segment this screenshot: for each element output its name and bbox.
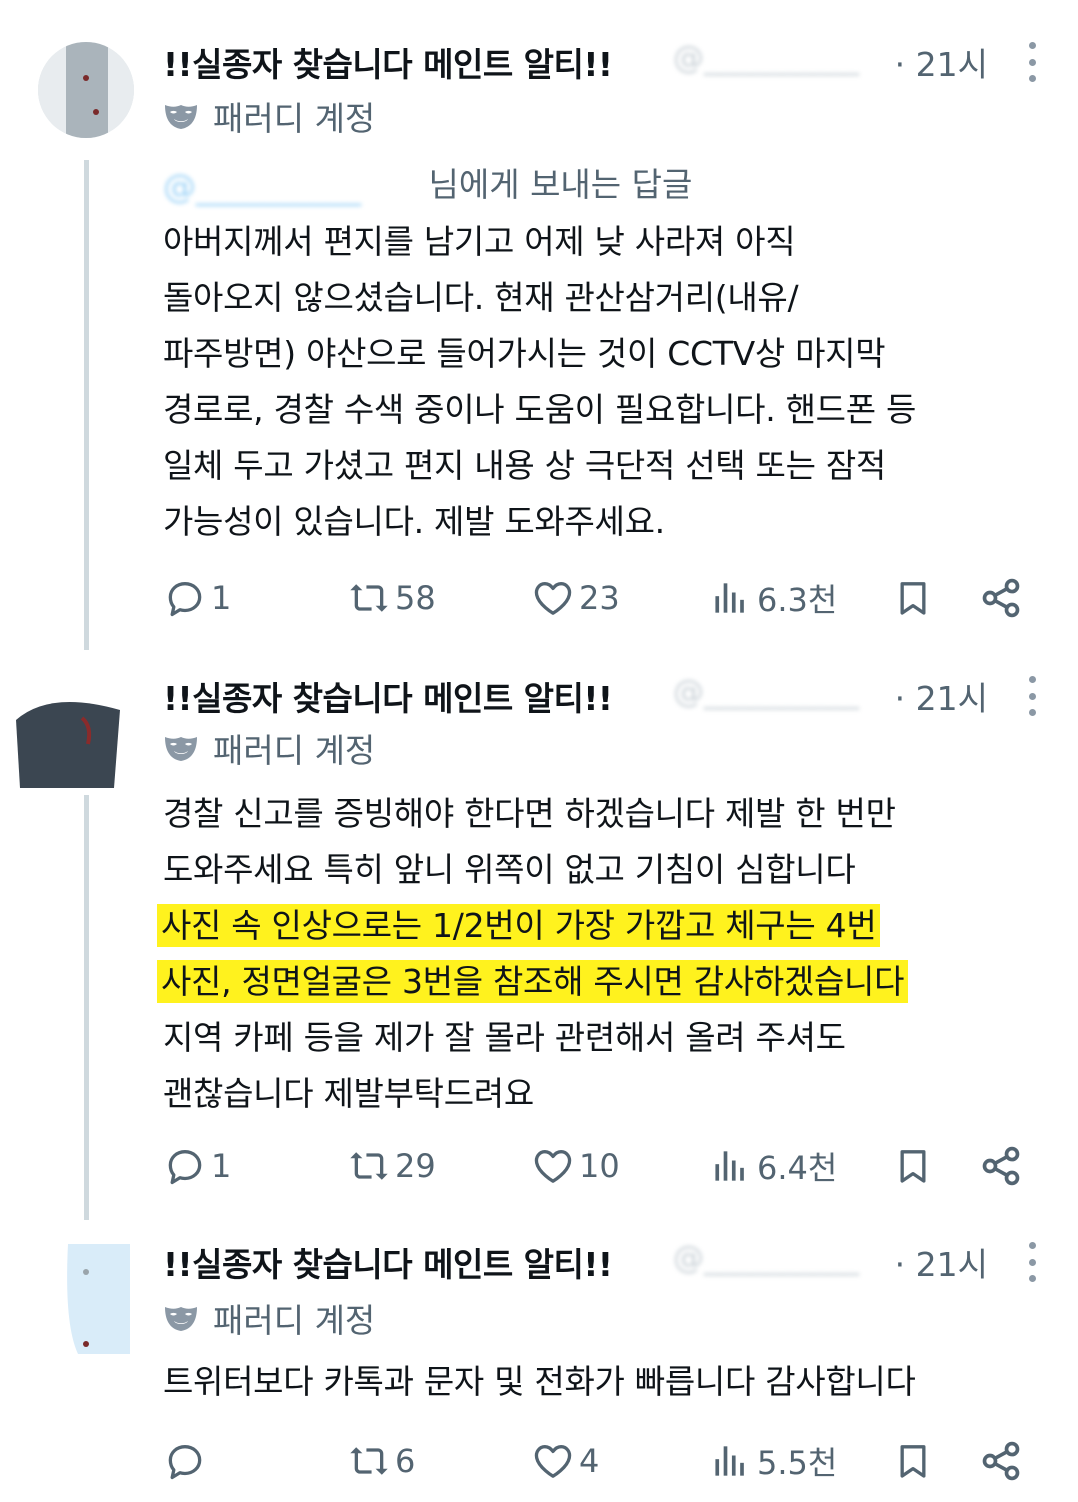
reply-icon <box>163 1144 207 1188</box>
user-handle[interactable]: @__________ <box>673 1240 883 1280</box>
parody-mask-icon <box>163 733 199 763</box>
tweet-text-part: 지역 카페 등을 제가 잘 몰라 관련해서 올려 주셔도 괜찮습니다 제발부탁드… <box>163 1018 846 1113</box>
retweet-button[interactable]: 58 <box>347 573 436 623</box>
retweet-button[interactable]: 6 <box>347 1436 415 1486</box>
views-button[interactable]: 5.5천 <box>709 1436 837 1486</box>
views-count: 6.3천 <box>757 581 838 619</box>
avatar[interactable] <box>38 1244 134 1364</box>
like-count: 10 <box>579 1147 620 1185</box>
views-icon <box>709 576 753 620</box>
display-name[interactable]: !!실종자 찾습니다 메인트 알티!! <box>163 38 613 86</box>
share-button[interactable] <box>979 1436 1023 1486</box>
bookmark-button[interactable] <box>893 1436 933 1486</box>
tweet-3[interactable]: !!실종자 찾습니다 메인트 알티!! @__________ · 21시 패러… <box>0 1220 1078 1502</box>
timestamp[interactable]: · 21시 <box>895 672 988 720</box>
tweet-text: 트위터보다 카톡과 문자 및 전화가 빠릅니다 감사합니다 <box>163 1362 916 1401</box>
thread-line <box>84 160 89 650</box>
timestamp[interactable]: · 21시 <box>895 1238 988 1286</box>
user-handle[interactable]: @__________ <box>673 674 883 714</box>
tweet-text: 아버지께서 편지를 남기고 어제 낮 사라져 아직 돌아오지 않으셨습니다. 현… <box>163 222 917 541</box>
highlighted-text: 사진 속 인상으로는 1/2번이 가장 가깝고 체구는 4번 사진, 정면얼굴은… <box>157 904 909 1003</box>
tweet-2[interactable]: !!실종자 찾습니다 메인트 알티!! @__________ · 21시 패러… <box>0 650 1078 1220</box>
action-bar: 6 4 5.5천 <box>163 1436 1033 1486</box>
retweet-count: 6 <box>395 1442 416 1480</box>
tweet-1[interactable]: !!실종자 찾습니다 메인트 알티!! @__________ · 21시 패러… <box>0 0 1078 650</box>
parody-label-text: 패러디 계정 <box>213 1301 376 1340</box>
avatar-image <box>16 702 120 788</box>
like-button[interactable]: 4 <box>531 1436 599 1486</box>
retweet-count: 58 <box>395 579 436 617</box>
more-icon[interactable] <box>1020 1242 1044 1282</box>
retweet-icon <box>347 1439 391 1483</box>
bookmark-icon <box>893 576 933 620</box>
bookmark-button[interactable] <box>893 573 933 623</box>
like-count: 4 <box>579 1442 600 1480</box>
views-icon <box>709 1439 753 1483</box>
avatar-image <box>38 1244 134 1364</box>
bookmark-icon <box>893 1144 933 1188</box>
share-icon <box>979 576 1023 620</box>
views-button[interactable]: 6.4천 <box>709 1141 837 1191</box>
parody-label: 패러디 계정 <box>163 1296 375 1340</box>
parody-mask-icon <box>163 1303 199 1333</box>
more-icon[interactable] <box>1020 42 1044 82</box>
bookmark-icon <box>893 1439 933 1483</box>
more-icon[interactable] <box>1020 676 1044 716</box>
parody-label: 패러디 계정 <box>163 94 375 138</box>
like-icon <box>531 1144 575 1188</box>
reply-count: 1 <box>211 579 232 617</box>
avatar[interactable] <box>38 42 134 138</box>
user-handle[interactable]: @__________ <box>673 40 883 80</box>
thread-line <box>84 795 89 1220</box>
reply-button[interactable]: 1 <box>163 1141 231 1191</box>
reply-button[interactable]: 1 <box>163 573 231 623</box>
share-button[interactable] <box>979 1141 1023 1191</box>
bookmark-button[interactable] <box>893 1141 933 1191</box>
tweet-header: !!실종자 찾습니다 메인트 알티!! @__________ · 21시 <box>163 672 988 722</box>
like-icon <box>531 1439 575 1483</box>
parody-label: 패러디 계정 <box>163 726 375 770</box>
avatar[interactable] <box>10 670 130 788</box>
parody-mask-icon <box>163 101 199 131</box>
views-button[interactable]: 6.3천 <box>709 573 837 623</box>
avatar-image <box>38 42 134 138</box>
reply-icon <box>163 1439 207 1483</box>
reply-to: @__________ 님에게 보내는 답글 <box>163 158 692 206</box>
tweet-header: !!실종자 찾습니다 메인트 알티!! @__________ · 21시 <box>163 38 988 88</box>
display-name[interactable]: !!실종자 찾습니다 메인트 알티!! <box>163 672 613 720</box>
timestamp[interactable]: · 21시 <box>895 38 988 86</box>
like-button[interactable]: 23 <box>531 573 620 623</box>
reply-to-handle[interactable]: @__________ <box>163 167 418 206</box>
retweet-icon <box>347 1144 391 1188</box>
retweet-icon <box>347 576 391 620</box>
like-button[interactable]: 10 <box>531 1141 620 1191</box>
views-count: 5.5천 <box>757 1444 838 1482</box>
reply-to-text: 님에게 보내는 답글 <box>428 165 693 204</box>
tweet-text: 경찰 신고를 증빙해야 한다면 하겠습니다 제발 한 번만 도와주세요 특히 앞… <box>157 786 1053 1122</box>
reply-button[interactable] <box>163 1436 211 1486</box>
display-name[interactable]: !!실종자 찾습니다 메인트 알티!! <box>163 1238 613 1286</box>
like-count: 23 <box>579 579 620 617</box>
share-button[interactable] <box>979 573 1023 623</box>
views-count: 6.4천 <box>757 1149 838 1187</box>
retweet-count: 29 <box>395 1147 436 1185</box>
tweet-header: !!실종자 찾습니다 메인트 알티!! @__________ · 21시 <box>163 1238 988 1288</box>
retweet-button[interactable]: 29 <box>347 1141 436 1191</box>
reply-icon <box>163 576 207 620</box>
parody-label-text: 패러디 계정 <box>213 99 376 138</box>
reply-count: 1 <box>211 1147 232 1185</box>
share-icon <box>979 1144 1023 1188</box>
share-icon <box>979 1439 1023 1483</box>
parody-label-text: 패러디 계정 <box>213 731 376 770</box>
tweet-text-part: 경찰 신고를 증빙해야 한다면 하겠습니다 제발 한 번만 도와주세요 특히 앞… <box>163 794 896 889</box>
views-icon <box>709 1144 753 1188</box>
action-bar: 1 58 23 6.3천 <box>163 573 1033 623</box>
action-bar: 1 29 10 6.4천 <box>163 1141 1033 1191</box>
like-icon <box>531 576 575 620</box>
